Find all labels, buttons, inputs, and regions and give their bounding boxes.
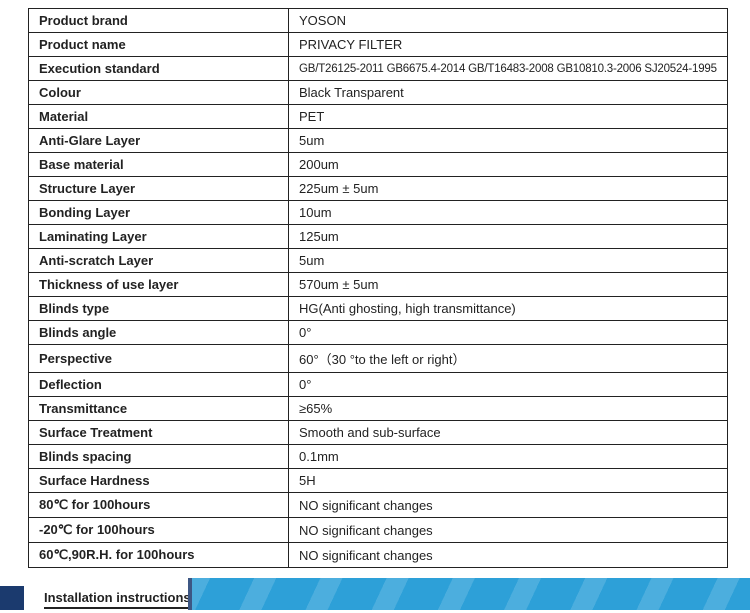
spec-value: 225um ± 5um	[289, 177, 728, 201]
spec-label: Deflection	[29, 373, 289, 397]
spec-value: ≥65%	[289, 397, 728, 421]
spec-label: Anti-Glare Layer	[29, 129, 289, 153]
spec-value: Black Transparent	[289, 81, 728, 105]
spec-label: Blinds spacing	[29, 445, 289, 469]
spec-label: Blinds type	[29, 297, 289, 321]
spec-label: -20℃ for 100hours	[29, 518, 289, 543]
table-row: Thickness of use layer570um ± 5um	[29, 273, 728, 297]
table-row: ColourBlack Transparent	[29, 81, 728, 105]
spec-value: GB/T26125-2011 GB6675.4-2014 GB/T16483-2…	[289, 57, 728, 81]
spec-label: Laminating Layer	[29, 225, 289, 249]
spec-value: 60°（30 °to the left or right）	[289, 345, 728, 373]
spec-value: 0°	[289, 321, 728, 345]
spec-value: 570um ± 5um	[289, 273, 728, 297]
spec-value: 10um	[289, 201, 728, 225]
spec-label: 80℃ for 100hours	[29, 493, 289, 518]
spec-value: Smooth and sub-surface	[289, 421, 728, 445]
spec-label: Product name	[29, 33, 289, 57]
spec-label: Blinds angle	[29, 321, 289, 345]
footer-accent-block	[0, 586, 24, 610]
spec-value: HG(Anti ghosting, high transmittance)	[289, 297, 728, 321]
spec-value: PRIVACY FILTER	[289, 33, 728, 57]
spec-label: Transmittance	[29, 397, 289, 421]
spec-label: 60℃,90R.H. for 100hours	[29, 543, 289, 568]
spec-value: 0°	[289, 373, 728, 397]
table-row: Transmittance≥65%	[29, 397, 728, 421]
spec-label: Surface Treatment	[29, 421, 289, 445]
spec-label: Base material	[29, 153, 289, 177]
table-row: Blinds typeHG(Anti ghosting, high transm…	[29, 297, 728, 321]
table-row: Execution standardGB/T26125-2011 GB6675.…	[29, 57, 728, 81]
spec-label: Anti-scratch Layer	[29, 249, 289, 273]
installation-instructions-text: Installation instructions	[44, 590, 191, 605]
table-row: Bonding Layer10um	[29, 201, 728, 225]
spec-value: 5um	[289, 249, 728, 273]
spec-value: NO significant changes	[289, 543, 728, 568]
spec-value: 125um	[289, 225, 728, 249]
spec-label: Product brand	[29, 9, 289, 33]
table-row: Anti-scratch Layer5um	[29, 249, 728, 273]
table-row: Product namePRIVACY FILTER	[29, 33, 728, 57]
spec-label: Surface Hardness	[29, 469, 289, 493]
table-row: 60℃,90R.H. for 100hoursNO significant ch…	[29, 543, 728, 568]
footer-bar: Installation instructions	[0, 578, 750, 610]
spec-label: Colour	[29, 81, 289, 105]
table-row: 80℃ for 100hoursNO significant changes	[29, 493, 728, 518]
table-row: Laminating Layer125um	[29, 225, 728, 249]
table-row: Blinds spacing0.1mm	[29, 445, 728, 469]
spec-value: PET	[289, 105, 728, 129]
footer-blue-banner	[188, 578, 750, 610]
spec-label: Structure Layer	[29, 177, 289, 201]
table-row: Structure Layer225um ± 5um	[29, 177, 728, 201]
table-row: Base material200um	[29, 153, 728, 177]
table-row: MaterialPET	[29, 105, 728, 129]
table-row: Deflection0°	[29, 373, 728, 397]
spec-value: 0.1mm	[289, 445, 728, 469]
spec-value: 200um	[289, 153, 728, 177]
spec-value: 5um	[289, 129, 728, 153]
table-row: Product brandYOSON	[29, 9, 728, 33]
table-row: Blinds angle0°	[29, 321, 728, 345]
spec-label: Execution standard	[29, 57, 289, 81]
table-row: -20℃ for 100hoursNO significant changes	[29, 518, 728, 543]
specification-tbody: Product brandYOSONProduct namePRIVACY FI…	[29, 9, 728, 568]
specification-table: Product brandYOSONProduct namePRIVACY FI…	[28, 8, 728, 568]
table-row: Perspective60°（30 °to the left or right）	[29, 345, 728, 373]
spec-value: 5H	[289, 469, 728, 493]
spec-label: Thickness of use layer	[29, 273, 289, 297]
table-row: Surface TreatmentSmooth and sub-surface	[29, 421, 728, 445]
installation-instructions-heading: Installation instructions	[44, 590, 207, 609]
spec-value: YOSON	[289, 9, 728, 33]
spec-value: NO significant changes	[289, 518, 728, 543]
spec-value: NO significant changes	[289, 493, 728, 518]
spec-label: Bonding Layer	[29, 201, 289, 225]
spec-label: Perspective	[29, 345, 289, 373]
table-row: Surface Hardness5H	[29, 469, 728, 493]
spec-label: Material	[29, 105, 289, 129]
table-row: Anti-Glare Layer5um	[29, 129, 728, 153]
